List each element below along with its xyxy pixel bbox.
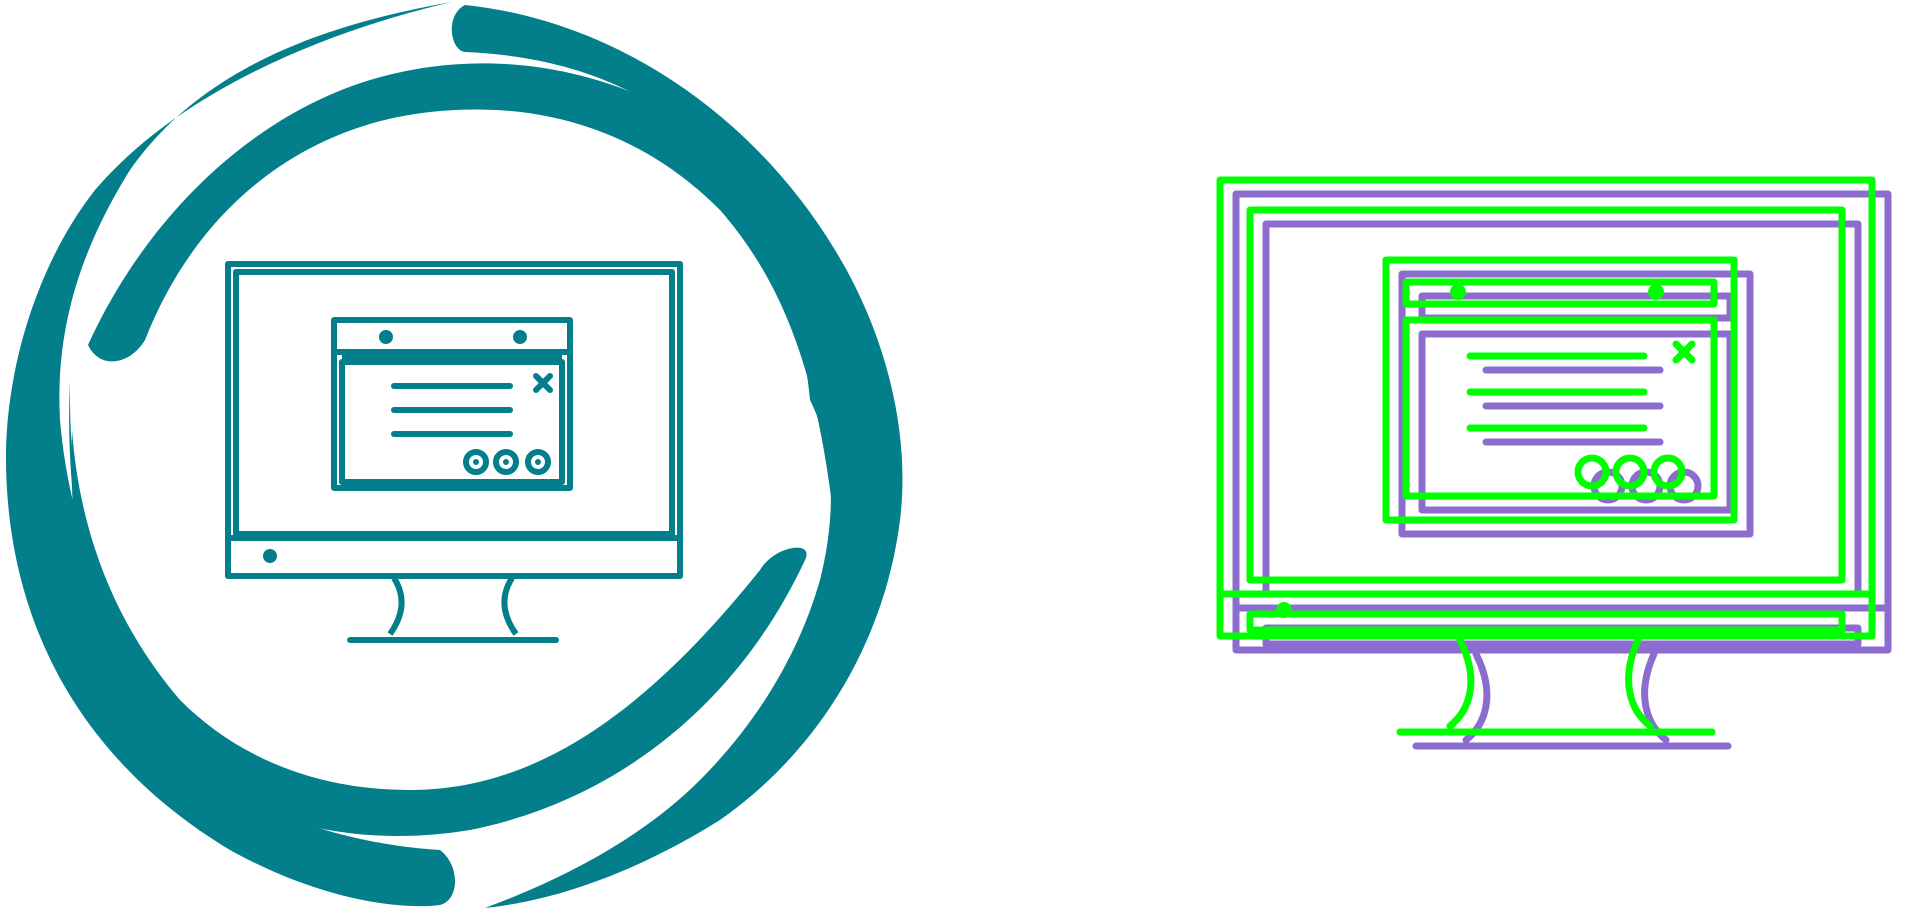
monitor-icon — [225, 261, 683, 643]
computer-with-dialog-icon-outline — [1180, 0, 1920, 908]
close-icon — [1672, 340, 1696, 364]
circular-arrows-icon — [5, 2, 903, 908]
monitor-shadow-layer — [1232, 190, 1892, 750]
computer-with-dialog-icon-outline-svg — [1216, 176, 1892, 750]
computer-with-dialog-icon-teal — [0, 0, 920, 908]
computer-with-dialog-icon-teal-svg — [5, 2, 903, 908]
close-icon — [533, 373, 553, 393]
